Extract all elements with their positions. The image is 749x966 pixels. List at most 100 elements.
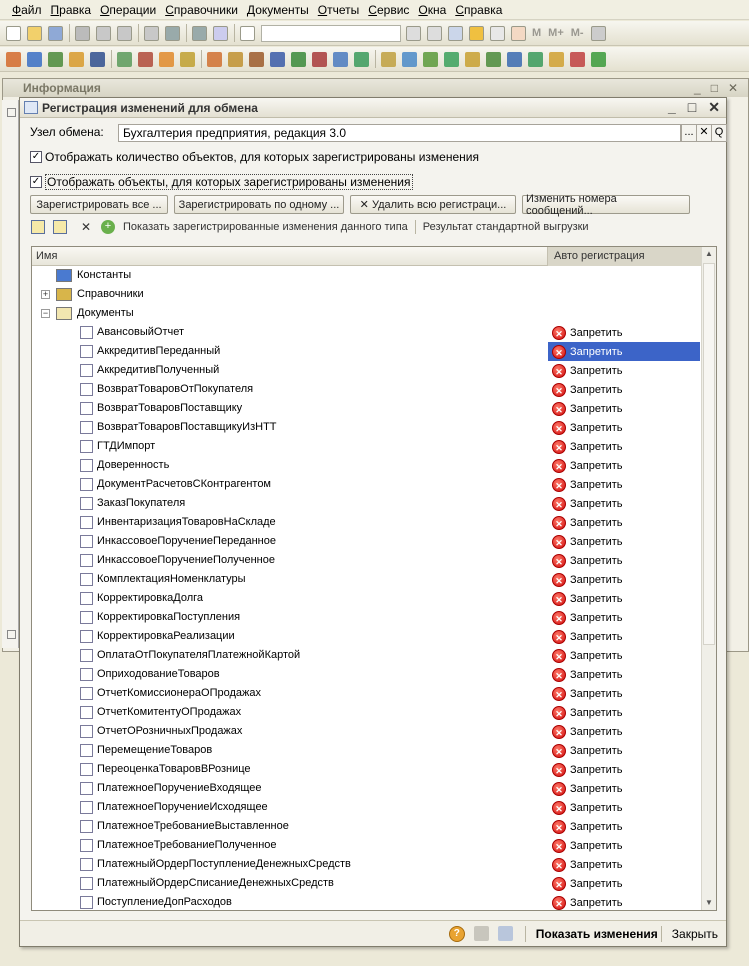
auto-registration-cell[interactable]: ✕ Запретить (548, 874, 700, 893)
tools-icon[interactable] (590, 25, 606, 41)
print-icon[interactable] (144, 25, 159, 41)
document-type-icon[interactable] (354, 51, 369, 67)
document-type-icon[interactable] (402, 51, 417, 67)
memory-button-2[interactable]: М- (571, 27, 584, 39)
auto-registration-cell[interactable]: ✕ Запретить (548, 456, 700, 475)
save-icon[interactable] (48, 25, 63, 41)
tree-expand-icon[interactable] (31, 220, 45, 234)
auto-registration-cell[interactable]: ✕ Запретить (548, 418, 700, 437)
open-button[interactable]: Q (711, 124, 727, 142)
auto-registration-cell[interactable]: ✕ Запретить (548, 551, 700, 570)
register-all-button[interactable]: Зарегистрировать все ... (30, 195, 168, 214)
minimize-icon[interactable]: _ (694, 81, 701, 95)
document-type-icon[interactable] (465, 51, 480, 67)
register-one-button[interactable]: Зарегистрировать по одному ... (174, 195, 344, 214)
auto-registration-cell[interactable]: ✕ Запретить (548, 532, 700, 551)
auto-registration-cell[interactable]: ✕ Запретить (548, 627, 700, 646)
scroll-up-icon[interactable]: ▲ (702, 247, 716, 261)
tree-row[interactable]: АккредитивПолученный ✕ Запретить (32, 361, 701, 380)
tree-row[interactable]: ВозвратТоваровПоставщику ✕ Запретить (32, 399, 701, 418)
close-icon[interactable]: ✕ (728, 81, 738, 95)
open-icon[interactable] (27, 25, 42, 41)
auto-registration-cell[interactable]: ✕ Запретить (548, 513, 700, 532)
tree-row[interactable]: ПлатежныйОрдерСписаниеДенежныхСредств ✕ За… (32, 874, 701, 893)
document-type-icon[interactable] (6, 51, 21, 67)
memory-button-1[interactable]: М+ (548, 27, 564, 39)
vertical-scrollbar[interactable]: ▲ ▼ (701, 247, 716, 910)
document-type-icon[interactable] (270, 51, 285, 67)
auto-registration-cell[interactable]: ✕ Запретить (548, 684, 700, 703)
scroll-down-icon[interactable]: ▼ (702, 896, 716, 910)
add-icon[interactable]: + (101, 220, 115, 234)
checkbox-count[interactable]: ✓ (30, 151, 42, 163)
auto-registration-cell[interactable]: ✕ Запретить (548, 722, 700, 741)
undo-icon[interactable] (192, 25, 207, 41)
auto-registration-cell[interactable]: ✕ Запретить (548, 665, 700, 684)
tree-row[interactable]: АвансовыйОтчет ✕ Запретить (32, 323, 701, 342)
search-next-icon[interactable] (427, 25, 442, 41)
auto-registration-cell[interactable]: ✕ Запретить (548, 342, 700, 361)
memory-button-0[interactable]: М (532, 27, 541, 39)
tree-row[interactable]: ДокументРасчетовСКонтрагентом ✕ Запретить (32, 475, 701, 494)
tree-group-row[interactable]: − Документы (32, 304, 701, 323)
info-icon[interactable] (469, 25, 484, 41)
menu-item-5[interactable]: Отчеты (318, 3, 360, 17)
tree-group-row[interactable]: + Справочники (32, 285, 701, 304)
node-field[interactable]: Бухгалтерия предприятия, редакция 3.0 (118, 124, 681, 142)
column-name-header[interactable]: Имя (36, 250, 57, 262)
auto-registration-cell[interactable]: ✕ Запретить (548, 817, 700, 836)
collapse-icon[interactable]: − (41, 309, 50, 318)
change-message-numbers-button[interactable]: Изменить номера сообщений... (522, 193, 690, 217)
tree-row[interactable]: ЗаказПокупателя ✕ Запретить (32, 494, 701, 513)
auto-registration-cell[interactable]: ✕ Запретить (548, 836, 700, 855)
help-icon[interactable]: ? (448, 925, 465, 942)
auto-registration-cell[interactable]: ✕ Запретить (548, 608, 700, 627)
close-button[interactable]: Закрыть (672, 927, 718, 941)
auto-registration-cell[interactable]: ✕ Запретить (548, 494, 700, 513)
tree-row[interactable]: ГТДИмпорт ✕ Запретить (32, 437, 701, 456)
document-type-icon[interactable] (486, 51, 501, 67)
document-type-icon[interactable] (507, 51, 522, 67)
clear-button[interactable]: ✕ (696, 124, 712, 142)
tree-row[interactable]: КорректировкаПоступления ✕ Запретить (32, 608, 701, 627)
document-type-icon[interactable] (228, 51, 243, 67)
document-type-icon[interactable] (48, 51, 63, 67)
auto-registration-cell[interactable]: ✕ Запретить (548, 779, 700, 798)
column-auto-registration-header[interactable]: Авто регистрация (547, 247, 701, 266)
menu-item-4[interactable]: Документы (247, 3, 309, 17)
tree-row[interactable]: ПереоценкаТоваровВРознице ✕ Запретить (32, 760, 701, 779)
menu-item-8[interactable]: Справка (455, 3, 502, 17)
minimize-icon[interactable]: _ (668, 99, 676, 116)
tree-row[interactable]: ОтчетОРозничныхПродажах ✕ Запретить (32, 722, 701, 741)
document-type-icon[interactable] (291, 51, 306, 67)
tree-row[interactable]: ПлатежноеТребованиеПолученное ✕ Запретить (32, 836, 701, 855)
search-prev-icon[interactable] (406, 25, 421, 41)
tree-row[interactable]: ПлатежныйОрдерПоступлениеДенежныхСредств… (32, 855, 701, 874)
check-count-row[interactable]: ✓ Отображать количество объектов, для ко… (30, 150, 479, 164)
document-type-icon[interactable] (528, 51, 543, 67)
toolbar-search-input[interactable] (261, 24, 401, 42)
tree-row[interactable]: ПлатежноеТребованиеВыставленное ✕ Запретит… (32, 817, 701, 836)
tree-row[interactable]: ОплатаОтПокупателяПлатежнойКартой ✕ Запрет… (32, 646, 701, 665)
auto-registration-cell[interactable]: ✕ Запретить (548, 399, 700, 418)
tree-row[interactable]: КорректировкаРеализации ✕ Запретить (32, 627, 701, 646)
auto-registration-cell[interactable]: ✕ Запретить (548, 380, 700, 399)
check-objects-row[interactable]: ✓ Отображать объекты, для которых зареги… (30, 174, 413, 190)
document-type-icon[interactable] (312, 51, 327, 67)
calendar-icon[interactable] (511, 25, 526, 41)
close-icon[interactable]: ✕ (708, 99, 720, 116)
document-type-icon[interactable] (117, 51, 132, 67)
tree-row[interactable]: ОтчетКомиссионераОПродажах ✕ Запретить (32, 684, 701, 703)
cut-icon[interactable] (75, 25, 90, 41)
show-changes-button[interactable]: Показать изменения (536, 927, 658, 941)
tree-group-row[interactable]: Константы (32, 266, 701, 285)
document-type-icon[interactable] (249, 51, 264, 67)
tree-row[interactable]: ПоступлениеДопРасходов ✕ Запретить (32, 893, 701, 910)
maximize-icon[interactable]: □ (711, 81, 718, 95)
document-type-icon[interactable] (444, 51, 459, 67)
auto-registration-cell[interactable]: ✕ Запретить (548, 741, 700, 760)
auto-registration-cell[interactable]: ✕ Запретить (548, 589, 700, 608)
tree-collapse-icon[interactable] (53, 220, 67, 234)
auto-registration-cell[interactable]: ✕ Запретить (548, 760, 700, 779)
tree-row[interactable]: ПлатежноеПоручениеИсходящее ✕ Запретить (32, 798, 701, 817)
